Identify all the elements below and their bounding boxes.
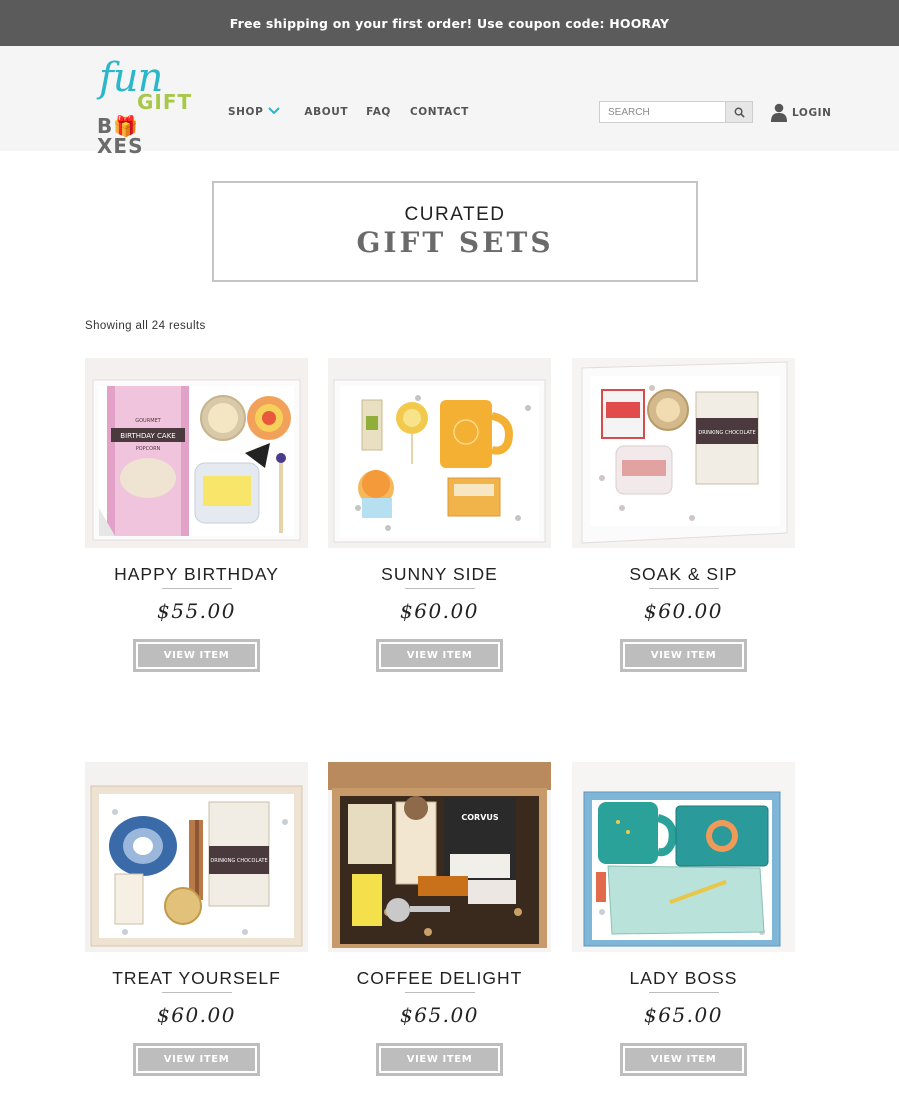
main-nav: SHOP ABOUT FAQ CONTACT [228,106,493,118]
svg-text:GOURMET: GOURMET [135,418,161,424]
product-card: LADY BOSS $65.00 VIEW ITEM [572,762,795,1076]
product-name[interactable]: HAPPY BIRTHDAY [85,562,308,586]
divider [648,588,719,589]
view-item-button[interactable]: VIEW ITEM [620,1043,747,1076]
product-image[interactable]: CORVUS [328,762,551,952]
product-image[interactable]: DRINKING CHOCOLATE [85,762,308,952]
nav-shop-label: SHOP [228,106,264,118]
product-name[interactable]: COFFEE DELIGHT [328,966,551,990]
svg-text:DRINKING CHOCOLATE: DRINKING CHOCOLATE [210,858,267,864]
svg-text:CORVUS: CORVUS [461,813,499,822]
product-card: CORVUS COFFEE DELIGHT $65.00 VIEW ITEM [328,762,551,1076]
search-button[interactable] [725,102,752,122]
page-title: GIFT SETS [356,226,554,259]
product-image[interactable] [328,358,551,548]
product-price: $65.00 [400,1003,479,1027]
results-count: Showing all 24 results [85,320,206,332]
site-logo[interactable]: fun GIFT B🎁XES [95,58,191,156]
nav-contact[interactable]: CONTACT [410,106,469,118]
page-title-small: CURATED [404,204,506,225]
product-name[interactable]: SUNNY SIDE [328,562,551,586]
product-image[interactable]: DRINKING CHOCOLATE [572,358,795,548]
view-item-button[interactable]: VIEW ITEM [620,639,747,672]
product-card: SUNNY SIDE $60.00 VIEW ITEM [328,358,551,672]
product-price: $65.00 [644,1003,723,1027]
product-image[interactable] [572,762,795,952]
product-image[interactable]: BIRTHDAY CAKE GOURMET POPCORN [85,358,308,548]
nav-faq[interactable]: FAQ [366,106,391,118]
divider [404,992,475,993]
user-icon [771,103,787,122]
view-item-button[interactable]: VIEW ITEM [376,639,503,672]
page-title-box: CURATED GIFT SETS [212,181,698,282]
logo-boxes: B🎁XES [97,114,144,158]
product-name[interactable]: SOAK & SIP [572,562,795,586]
product-price: $60.00 [400,599,479,623]
product-price: $55.00 [157,599,236,623]
login-label: LOGIN [792,106,832,119]
search-form [599,101,753,123]
search-input[interactable] [600,102,725,122]
divider [161,992,232,993]
nav-about[interactable]: ABOUT [304,106,348,118]
login-link[interactable]: LOGIN [770,103,832,122]
product-card: DRINKING CHOCOLATE TREAT YOURSELF $60.00… [85,762,308,1076]
chevron-down-icon [268,106,281,118]
announcement-bar: Free shipping on your first order! Use c… [0,0,899,46]
svg-text:BIRTHDAY CAKE: BIRTHDAY CAKE [120,432,175,440]
view-item-button[interactable]: VIEW ITEM [376,1043,503,1076]
svg-text:DRINKING CHOCOLATE: DRINKING CHOCOLATE [698,430,755,436]
divider [648,992,719,993]
announcement-text: Free shipping on your first order! Use c… [229,15,670,31]
view-item-button[interactable]: VIEW ITEM [133,1043,260,1076]
search-icon [734,107,745,118]
nav-shop[interactable]: SHOP [228,106,281,118]
product-card: BIRTHDAY CAKE GOURMET POPCORN HAPPY BIRT… [85,358,308,672]
svg-text:POPCORN: POPCORN [136,446,161,452]
product-name[interactable]: TREAT YOURSELF [85,966,308,990]
site-header: fun GIFT B🎁XES SHOP ABOUT FAQ CONTACT LO… [0,46,899,156]
divider [404,588,475,589]
view-item-button[interactable]: VIEW ITEM [133,639,260,672]
product-price: $60.00 [644,599,723,623]
product-card: DRINKING CHOCOLATE SOAK & SIP $60.00 VIE… [572,358,795,672]
logo-gift: GIFT [137,90,193,114]
divider [161,588,232,589]
product-name[interactable]: LADY BOSS [572,966,795,990]
product-price: $60.00 [157,1003,236,1027]
